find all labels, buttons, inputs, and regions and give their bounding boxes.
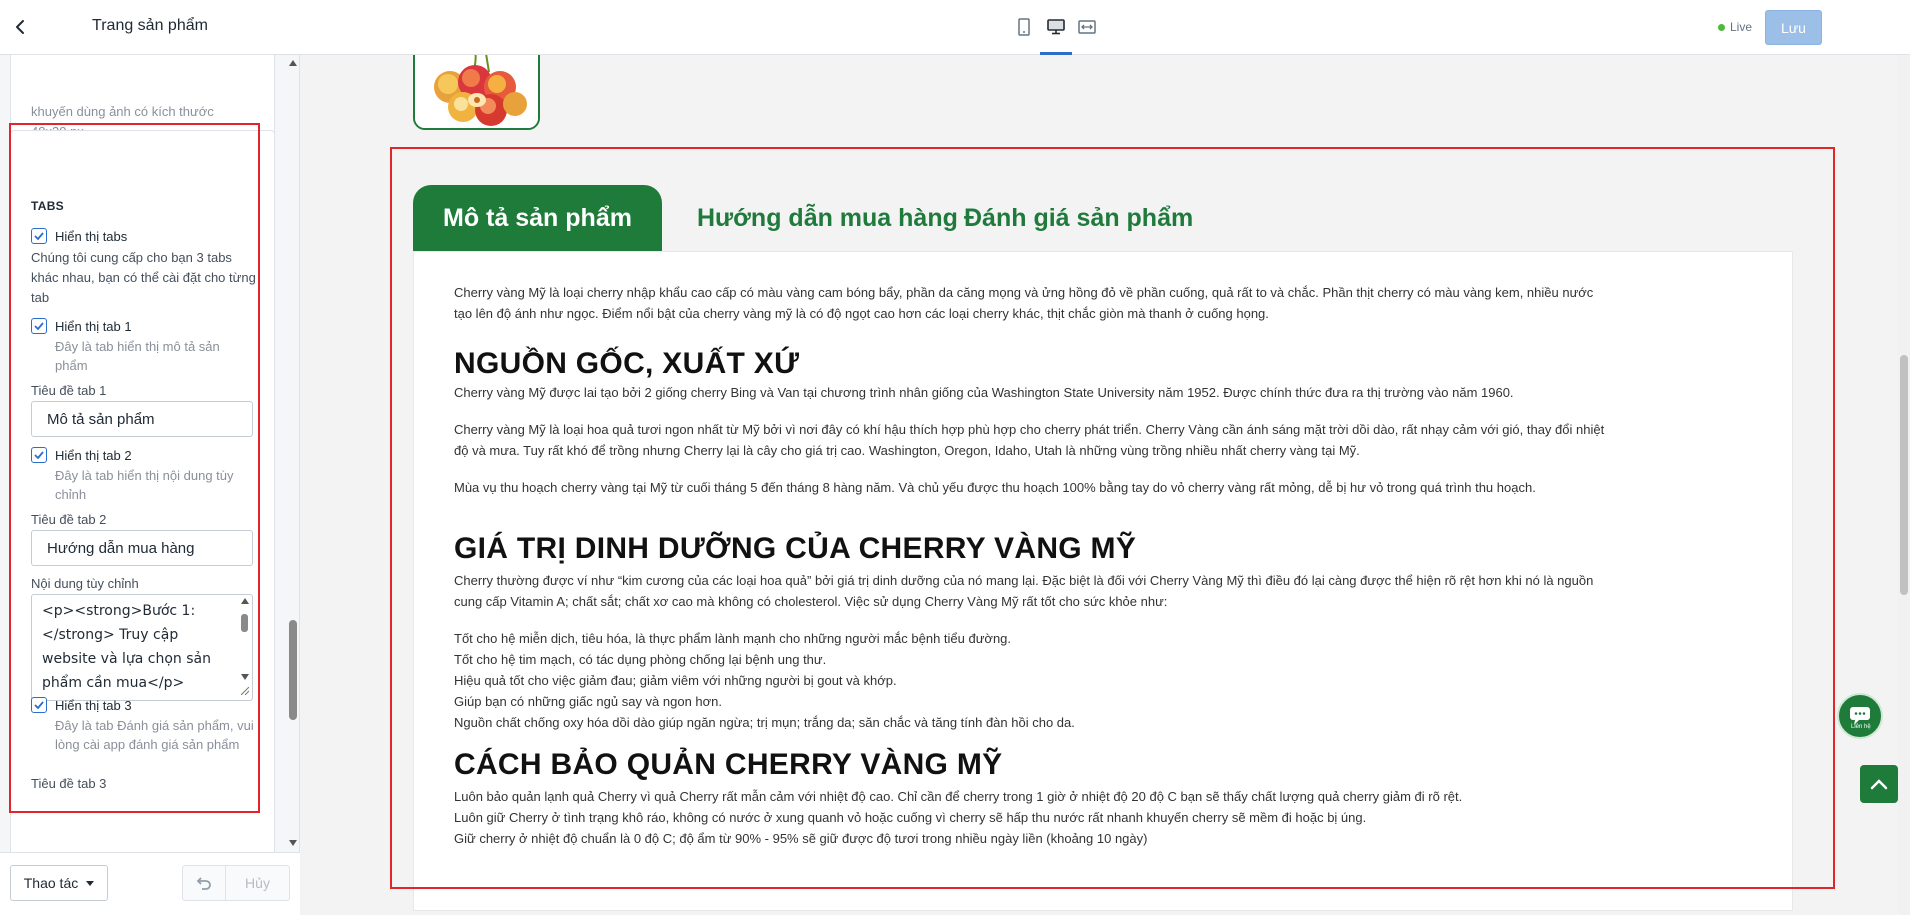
nutrition-paragraph: Cherry thường được ví như “kim cương của… — [454, 570, 1754, 612]
preview-scrollbar[interactable] — [1898, 55, 1910, 915]
tab1-title-label: Tiêu đề tab 1 — [31, 383, 107, 398]
origin-line: độ và mưa. Tuy rất khó để trồng nhưng Ch… — [454, 443, 1360, 458]
tab1-title-input[interactable]: Mô tả sản phẩm — [31, 401, 253, 437]
device-mobile-button[interactable] — [1012, 15, 1036, 39]
list-item: Giúp bạn có những giấc ngủ say và ngon h… — [454, 694, 723, 709]
sidebar-scrollbar[interactable] — [286, 55, 300, 852]
undo-icon — [196, 877, 211, 890]
textarea-scroll-thumb[interactable] — [241, 614, 248, 632]
mobile-icon — [1018, 18, 1030, 36]
show-tab3-label: Hiển thị tab 3 — [55, 697, 132, 713]
chat-label: Liên hệ — [1851, 724, 1871, 730]
actions-dropdown[interactable]: Thao tác — [10, 865, 108, 901]
fullwidth-icon — [1078, 20, 1096, 34]
settings-sidebar: Trang sản phẩm khuyến dùng ảnh có kích t… — [0, 0, 300, 915]
origin-paragraph-2: Cherry vàng Mỹ là loại hoa quả tươi ngon… — [454, 419, 1754, 461]
benefits-list: Tốt cho hệ miễn dịch, tiêu hóa, là thực … — [454, 628, 1075, 733]
show-tab2-label: Hiển thị tab 2 — [55, 447, 132, 463]
check-icon — [34, 451, 44, 459]
preview-scroll-thumb[interactable] — [1900, 355, 1908, 595]
tab2-title-label: Tiêu đề tab 2 — [31, 512, 107, 527]
live-status: Live — [1718, 20, 1752, 34]
list-item: Luôn bảo quản lạnh quả Cherry vì quả Che… — [454, 789, 1463, 804]
sidebar-title: Trang sản phẩm — [92, 17, 208, 34]
heading-origin: NGUỒN GỐC, XUẤT XỨ — [454, 347, 800, 380]
check-icon — [34, 322, 44, 330]
textarea-scrollbar[interactable] — [239, 596, 251, 697]
tab1-help-text: Đây là tab hiển thị mô tả sản phẩm — [55, 339, 220, 373]
show-tab3-checkbox-row[interactable]: Hiển thị tab 3 — [31, 697, 132, 713]
intro-line: tạo lên độ ánh như ngọc. Điểm nổi bật củ… — [454, 306, 1269, 321]
origin-paragraph-1: Cherry vàng Mỹ được lai tạo bởi 2 giống … — [454, 385, 1514, 400]
custom-content-textarea[interactable]: <p><strong>Bước 1: </strong> Truy cập we… — [31, 594, 253, 701]
intro-paragraph: Cherry vàng Mỹ là loại cherry nhập khẩu … — [454, 282, 1754, 324]
show-tab2-checkbox-row[interactable]: Hiển thị tab 2 — [31, 447, 132, 463]
tab-product-reviews[interactable]: Đánh giá sản phẩm — [964, 185, 1193, 251]
tab-purchase-guide[interactable]: Hướng dẫn mua hàng — [697, 185, 958, 251]
sidebar-scroll-area[interactable]: khuyến dùng ảnh có kích thước 48x30 px T… — [0, 55, 286, 852]
check-icon — [34, 701, 44, 709]
list-item: Luôn giữ Cherry ở tình trạng khô ráo, kh… — [454, 810, 1367, 825]
product-thumbnail[interactable] — [413, 55, 540, 130]
show-tab1-checkbox[interactable] — [31, 318, 47, 334]
cherry-image — [415, 55, 538, 128]
back-to-top-button[interactable] — [1860, 765, 1898, 803]
save-button[interactable]: Lưu — [1765, 10, 1822, 45]
chevron-up-icon — [1870, 779, 1888, 790]
custom-content-wrapper: <p><strong>Bước 1: </strong> Truy cập we… — [31, 594, 253, 701]
sidebar-header: Trang sản phẩm — [0, 0, 300, 55]
undo-button[interactable] — [182, 865, 226, 901]
sidebar-footer: Thao tác Hủy — [0, 852, 300, 915]
check-icon — [34, 232, 44, 240]
intro-line: Cherry vàng Mỹ là loại cherry nhập khẩu … — [454, 285, 1594, 300]
caret-down-icon — [86, 880, 95, 886]
list-item: Giữ cherry ở nhiệt độ chuẩn là 0 độ C; đ… — [454, 831, 1148, 846]
show-tabs-checkbox-row[interactable]: Hiển thị tabs — [31, 228, 127, 244]
tabs-intro-text: Chúng tôi cung cấp cho bạn 3 tabs khác n… — [31, 250, 256, 305]
tab2-help-text: Đây là tab hiển thị nội dung tùy chỉnh — [55, 468, 234, 502]
list-item: Nguồn chất chống oxy hóa dồi dào giúp ng… — [454, 715, 1075, 730]
live-dot-icon — [1718, 23, 1725, 31]
list-item: Hiệu quả tốt cho việc giảm đau; giảm viê… — [454, 673, 897, 688]
custom-content-label: Nội dung tùy chỉnh — [31, 576, 139, 591]
actions-label: Thao tác — [23, 875, 79, 891]
storefront-preview[interactable]: Mô tả sản phẩm Hướng dẫn mua hàng Đánh g… — [300, 55, 1910, 915]
show-tab3-checkbox[interactable] — [31, 697, 47, 713]
heading-nutrition: GIÁ TRỊ DINH DƯỠNG CỦA CHERRY VÀNG MỸ — [454, 532, 1137, 565]
nutrition-line: cung cấp Vitamin A; chất sắt; chất xơ ca… — [454, 594, 1168, 609]
cancel-button[interactable]: Hủy — [225, 865, 290, 901]
device-desktop-button[interactable] — [1044, 15, 1068, 39]
list-item: Tốt cho hệ miễn dịch, tiêu hóa, là thực … — [454, 631, 1012, 646]
tabs-section-heading: TABS — [31, 199, 64, 213]
tab3-help-text: Đây là tab Đánh giá sản phẩm, vui lòng c… — [55, 718, 254, 752]
scroll-down-icon[interactable] — [241, 674, 249, 680]
scroll-up-icon[interactable] — [289, 60, 297, 66]
sidebar-scroll-thumb[interactable] — [289, 620, 297, 720]
show-tab1-checkbox-row[interactable]: Hiển thị tab 1 — [31, 318, 132, 334]
tab-content-panel: Cherry vàng Mỹ là loại cherry nhập khẩu … — [413, 251, 1793, 911]
list-item: Tốt cho hệ tim mạch, có tác dụng phòng c… — [454, 652, 827, 667]
show-tab2-checkbox[interactable] — [31, 447, 47, 463]
scroll-down-icon[interactable] — [289, 840, 297, 846]
live-label: Live — [1730, 20, 1753, 34]
show-tab1-label: Hiển thị tab 1 — [55, 318, 132, 334]
contact-chat-button[interactable]: Liên hệ — [1837, 693, 1883, 739]
device-fullwidth-button[interactable] — [1075, 15, 1099, 39]
storage-list: Luôn bảo quản lạnh quả Cherry vì quả Che… — [454, 786, 1462, 849]
editor-topbar: Live Lưu — [300, 0, 1910, 55]
resize-handle-icon[interactable] — [241, 687, 249, 695]
tab2-title-input[interactable]: Hướng dẫn mua hàng — [31, 530, 253, 566]
scroll-up-icon[interactable] — [241, 598, 249, 604]
tab3-title-label: Tiêu đề tab 3 — [31, 776, 107, 791]
desktop-icon — [1047, 19, 1065, 35]
show-tabs-checkbox[interactable] — [31, 228, 47, 244]
show-tabs-label: Hiển thị tabs — [55, 228, 128, 244]
origin-line: Cherry vàng Mỹ là loại hoa quả tươi ngon… — [454, 422, 1605, 437]
heading-storage: CÁCH BẢO QUẢN CHERRY VÀNG MỸ — [454, 748, 1003, 781]
nutrition-line: Cherry thường được ví như “kim cương của… — [454, 573, 1594, 588]
origin-paragraph-3: Mùa vụ thu hoạch cherry vàng tại Mỹ từ c… — [454, 480, 1536, 495]
tab-product-description[interactable]: Mô tả sản phẩm — [413, 185, 662, 251]
tabs-settings-card: TABS Hiển thị tabs Chúng tôi cung cấp ch… — [10, 130, 275, 852]
